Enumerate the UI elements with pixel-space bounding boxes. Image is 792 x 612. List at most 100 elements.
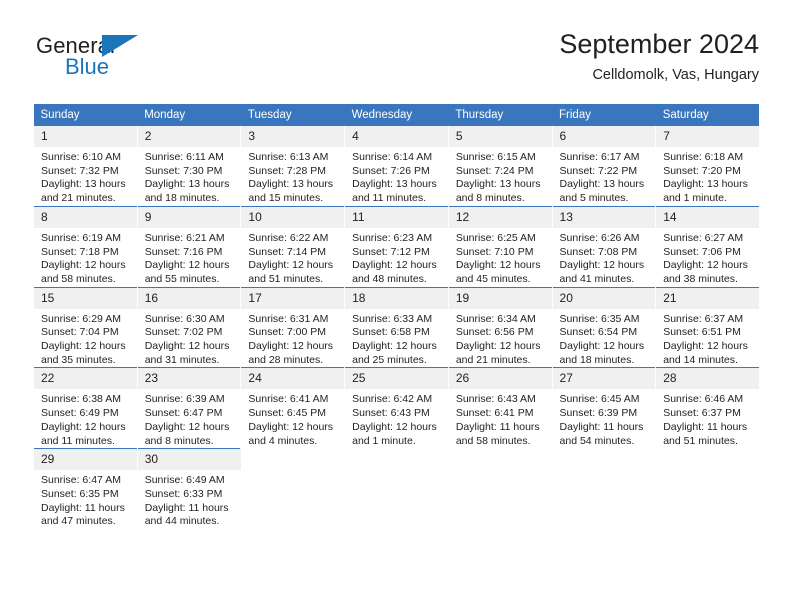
daylight-text-line1: Daylight: 12 hours — [248, 259, 334, 272]
day-cell[interactable]: 20 Sunrise: 6:35 AM Sunset: 6:54 PM Dayl… — [551, 286, 656, 368]
daylight-text-line1: Daylight: 12 hours — [352, 259, 437, 272]
sunrise-text: Sunrise: 6:11 AM — [144, 151, 224, 163]
sunrise-text: Sunrise: 6:30 AM — [144, 312, 225, 325]
day-cell[interactable]: 11 Sunrise: 6:23 AM Sunset: 7:12 PM Dayl… — [344, 205, 449, 288]
day-number: 30 — [137, 449, 241, 471]
empty-day-cell — [344, 448, 449, 530]
sunrise-text: Sunrise: 6:37 AM — [663, 312, 744, 325]
day-cell[interactable]: 13 Sunrise: 6:26 AM Sunset: 7:08 PM Dayl… — [551, 205, 656, 288]
sunset-text: Sunset: 7:10 PM — [455, 245, 534, 258]
sunset-text: Sunset: 6:56 PM — [455, 326, 534, 339]
sunrise-text: Sunrise: 6:43 AM — [455, 393, 536, 406]
day-cell[interactable]: 29 Sunrise: 6:47 AM Sunset: 6:35 PM Dayl… — [33, 448, 138, 530]
sunset-text: Sunset: 6:51 PM — [663, 326, 741, 339]
daylight-text-line1: Daylight: 12 hours — [663, 259, 748, 272]
day-number: 19 — [448, 287, 552, 309]
sunrise-text: Sunrise: 6:23 AM — [352, 231, 433, 244]
daylight-text-line2: and 55 minutes. — [144, 272, 220, 285]
day-cell[interactable]: 10 Sunrise: 6:22 AM Sunset: 7:14 PM Dayl… — [240, 205, 345, 288]
sunset-text: Sunset: 7:14 PM — [248, 245, 327, 258]
day-details: Sunrise: 6:19 AM Sunset: 7:18 PM Dayligh… — [34, 227, 137, 287]
daylight-text-line2: and 51 minutes. — [248, 272, 324, 285]
day-cell[interactable]: 25 Sunrise: 6:42 AM Sunset: 6:43 PM Dayl… — [344, 367, 449, 449]
daylight-text-line1: Daylight: 11 hours — [663, 420, 748, 433]
day-cell[interactable]: 7 Sunrise: 6:18 AM Sunset: 7:20 PM Dayli… — [655, 126, 760, 207]
day-cell[interactable]: 24 Sunrise: 6:41 AM Sunset: 6:45 PM Dayl… — [240, 367, 345, 449]
day-details: Sunrise: 6:13 AM Sunset: 7:28 PM Dayligh… — [241, 147, 345, 206]
sunrise-text: Sunrise: 6:46 AM — [663, 393, 744, 406]
day-cell[interactable]: 16 Sunrise: 6:30 AM Sunset: 7:02 PM Dayl… — [136, 286, 241, 368]
daylight-text-line1: Daylight: 12 hours — [248, 340, 334, 353]
day-cell[interactable]: 6 Sunrise: 6:17 AM Sunset: 7:22 PM Dayli… — [551, 126, 656, 207]
day-cell[interactable]: 30 Sunrise: 6:49 AM Sunset: 6:33 PM Dayl… — [136, 448, 241, 530]
day-number: 20 — [552, 287, 656, 309]
day-cell[interactable]: 27 Sunrise: 6:45 AM Sunset: 6:39 PM Dayl… — [551, 367, 656, 449]
day-number: 13 — [552, 206, 656, 228]
day-cell[interactable]: 19 Sunrise: 6:34 AM Sunset: 6:56 PM Dayl… — [447, 286, 553, 368]
day-details: Sunrise: 6:26 AM Sunset: 7:08 PM Dayligh… — [552, 227, 656, 287]
daylight-text-line2: and 31 minutes. — [144, 353, 220, 366]
sunrise-text: Sunrise: 6:49 AM — [144, 474, 225, 487]
daylight-text-line2: and 14 minutes. — [663, 353, 738, 366]
day-number: 6 — [552, 126, 656, 147]
day-details: Sunrise: 6:18 AM Sunset: 7:20 PM Dayligh… — [656, 147, 760, 206]
sunset-text: Sunset: 6:45 PM — [248, 407, 327, 420]
sunset-text: Sunset: 6:39 PM — [559, 407, 638, 420]
day-cell[interactable]: 18 Sunrise: 6:33 AM Sunset: 6:58 PM Dayl… — [344, 286, 449, 368]
day-cell[interactable]: 9 Sunrise: 6:21 AM Sunset: 7:16 PM Dayli… — [136, 205, 241, 288]
day-cell[interactable]: 2 Sunrise: 6:11 AM Sunset: 7:30 PM Dayli… — [136, 126, 241, 207]
day-cell[interactable]: 23 Sunrise: 6:39 AM Sunset: 6:47 PM Dayl… — [136, 367, 241, 449]
day-cell[interactable]: 21 Sunrise: 6:37 AM Sunset: 6:51 PM Dayl… — [655, 286, 760, 368]
day-cell[interactable]: 1 Sunrise: 6:10 AM Sunset: 7:32 PM Dayli… — [33, 126, 138, 207]
day-number: 11 — [345, 206, 448, 228]
day-cell[interactable]: 22 Sunrise: 6:38 AM Sunset: 6:49 PM Dayl… — [33, 367, 138, 449]
day-details: Sunrise: 6:46 AM Sunset: 6:37 PM Dayligh… — [656, 389, 760, 449]
general-blue-logo[interactable]: General Blue — [36, 34, 186, 86]
day-number: 14 — [656, 206, 760, 228]
day-number: 12 — [448, 206, 552, 228]
daylight-text-line1: Daylight: 13 hours — [248, 178, 334, 191]
day-cell[interactable]: 26 Sunrise: 6:43 AM Sunset: 6:41 PM Dayl… — [447, 367, 553, 449]
daylight-text-line1: Daylight: 11 hours — [144, 501, 229, 514]
sunrise-text: Sunrise: 6:27 AM — [663, 231, 744, 244]
day-number: 27 — [552, 368, 656, 390]
day-details: Sunrise: 6:39 AM Sunset: 6:47 PM Dayligh… — [137, 389, 241, 449]
weekday-header-tuesday: Tuesday — [240, 104, 345, 126]
calendar-week-row: 15 Sunrise: 6:29 AM Sunset: 7:04 PM Dayl… — [33, 286, 760, 368]
day-cell[interactable]: 3 Sunrise: 6:13 AM Sunset: 7:28 PM Dayli… — [240, 126, 345, 207]
page-header: General Blue September 2024 Celldomolk, … — [33, 28, 759, 92]
day-cell[interactable]: 12 Sunrise: 6:25 AM Sunset: 7:10 PM Dayl… — [447, 205, 553, 288]
daylight-text-line1: Daylight: 12 hours — [41, 259, 126, 272]
day-number: 9 — [137, 206, 241, 228]
empty-day-cell — [240, 448, 345, 530]
day-cell[interactable]: 15 Sunrise: 6:29 AM Sunset: 7:04 PM Dayl… — [33, 286, 138, 368]
day-cell[interactable]: 4 Sunrise: 6:14 AM Sunset: 7:26 PM Dayli… — [344, 126, 449, 207]
daylight-text-line2: and 45 minutes. — [455, 272, 531, 285]
daylight-text-line1: Daylight: 13 hours — [144, 178, 230, 191]
daylight-text-line2: and 8 minutes. — [455, 192, 525, 205]
daylight-text-line1: Daylight: 13 hours — [663, 178, 748, 191]
sunset-text: Sunset: 7:06 PM — [663, 245, 741, 258]
day-cell[interactable]: 8 Sunrise: 6:19 AM Sunset: 7:18 PM Dayli… — [33, 205, 138, 288]
sunrise-text: Sunrise: 6:34 AM — [455, 312, 536, 325]
empty-day-cell — [448, 448, 553, 530]
sunrise-text: Sunrise: 6:41 AM — [248, 393, 329, 406]
day-details: Sunrise: 6:29 AM Sunset: 7:04 PM Dayligh… — [34, 308, 137, 368]
day-details: Sunrise: 6:11 AM Sunset: 7:30 PM Dayligh… — [137, 147, 241, 206]
sunrise-text: Sunrise: 6:25 AM — [455, 231, 536, 244]
sunrise-text: Sunrise: 6:38 AM — [41, 393, 121, 406]
calendar-table: Sunday Monday Tuesday Wednesday Thursday… — [33, 104, 760, 530]
daylight-text-line2: and 4 minutes. — [248, 434, 318, 447]
sunrise-text: Sunrise: 6:33 AM — [352, 312, 433, 325]
day-cell[interactable]: 28 Sunrise: 6:46 AM Sunset: 6:37 PM Dayl… — [655, 367, 760, 449]
sunset-text: Sunset: 7:08 PM — [559, 245, 638, 258]
sunset-text: Sunset: 6:58 PM — [352, 326, 430, 339]
day-cell[interactable]: 17 Sunrise: 6:31 AM Sunset: 7:00 PM Dayl… — [240, 286, 345, 368]
sunset-text: Sunset: 6:35 PM — [41, 487, 119, 500]
sunset-text: Sunset: 6:41 PM — [455, 407, 534, 420]
day-cell[interactable]: 14 Sunrise: 6:27 AM Sunset: 7:06 PM Dayl… — [655, 205, 760, 288]
day-cell[interactable]: 5 Sunrise: 6:15 AM Sunset: 7:24 PM Dayli… — [447, 126, 553, 207]
title-block: September 2024 Celldomolk, Vas, Hungary — [559, 28, 759, 85]
day-number: 2 — [137, 126, 241, 147]
day-details: Sunrise: 6:33 AM Sunset: 6:58 PM Dayligh… — [345, 308, 448, 368]
